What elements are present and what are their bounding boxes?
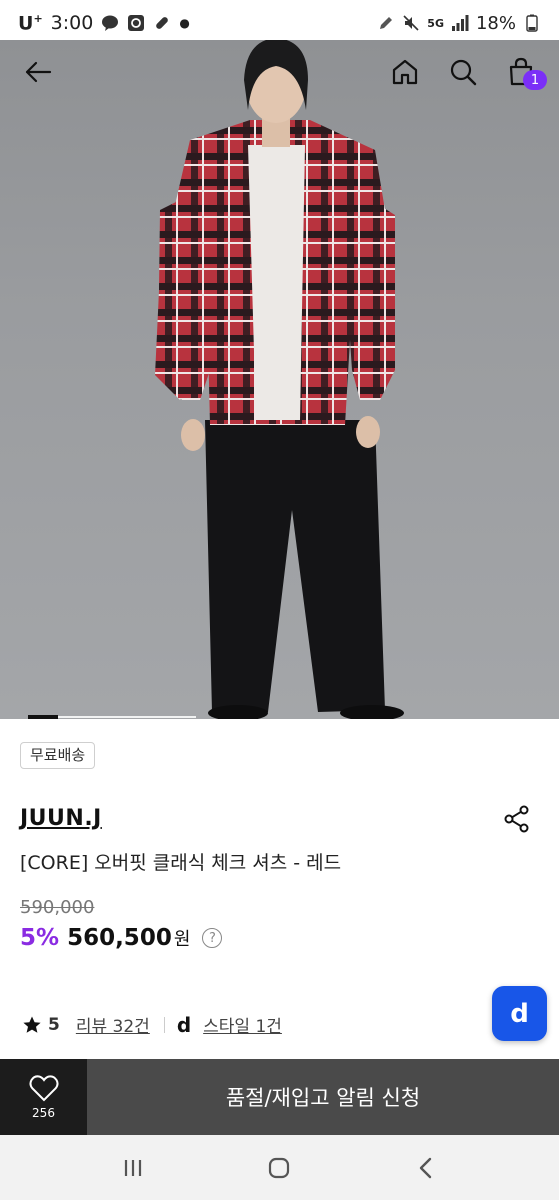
recent-apps-button[interactable] — [113, 1148, 153, 1188]
recent-apps-icon — [125, 1159, 142, 1176]
signal-icon — [451, 14, 469, 32]
carrier-label: U+ — [18, 11, 43, 35]
home-button[interactable] — [387, 54, 423, 90]
arrow-left-icon — [25, 61, 52, 83]
battery-label: 18% — [475, 12, 516, 34]
home-icon — [392, 59, 418, 85]
star-icon — [22, 1015, 42, 1035]
top-nav: 1 — [0, 40, 559, 104]
gallery-progress-fill — [28, 715, 59, 719]
pen-icon — [377, 14, 395, 32]
pill-icon — [153, 14, 171, 32]
mute-icon — [402, 14, 420, 32]
dot-icon: ● — [179, 15, 190, 30]
clock: 3:00 — [50, 11, 94, 34]
system-nav-bar — [0, 1135, 559, 1200]
chat-icon — [101, 14, 119, 32]
search-icon — [450, 59, 477, 86]
share-button[interactable] — [502, 804, 532, 834]
gallery-progress — [28, 715, 196, 719]
original-price: 590,000 — [20, 897, 95, 918]
talk-icon — [127, 14, 145, 32]
action-bar: 256 품절/재입고 알림 신청 — [0, 1059, 559, 1135]
price-row: 5% 560,500 원 ? — [20, 925, 223, 951]
home-system-button[interactable] — [259, 1148, 299, 1188]
network-label: 5G — [427, 16, 444, 30]
system-back-button[interactable] — [406, 1148, 446, 1188]
style-logo-icon: d — [176, 1012, 192, 1037]
sale-price: 560,500 — [67, 925, 172, 951]
review-link[interactable]: 리뷰 32건 — [76, 1012, 150, 1037]
back-button[interactable] — [20, 54, 56, 90]
style-link[interactable]: 스타일 1건 — [203, 1012, 282, 1037]
like-count: 256 — [32, 1106, 55, 1120]
share-icon — [504, 805, 529, 833]
cart-count-badge: 1 — [523, 70, 547, 90]
home-circle-icon — [269, 1157, 290, 1178]
model-photo — [155, 40, 404, 719]
product-name: [CORE] 오버핏 클래식 체크 셔츠 - 레드 — [20, 852, 342, 874]
search-button[interactable] — [445, 54, 481, 90]
like-button[interactable]: 256 — [0, 1059, 87, 1135]
chevron-left-icon — [419, 1157, 432, 1178]
product-image[interactable] — [0, 40, 559, 719]
price-info-icon[interactable]: ? — [202, 928, 223, 948]
cart-button[interactable]: 1 — [503, 54, 547, 90]
divider — [163, 1016, 165, 1033]
meta-row: 5 리뷰 32건 d 스타일 1건 — [22, 1012, 282, 1037]
restock-alert-button[interactable]: 품절/재입고 알림 신청 — [87, 1059, 559, 1135]
battery-icon — [523, 14, 541, 32]
heart-icon — [28, 1075, 59, 1102]
currency-label: 원 — [173, 929, 191, 950]
discount-rate: 5% — [20, 925, 60, 951]
floating-d-button[interactable]: d — [492, 986, 547, 1041]
brand-link[interactable]: JUUN.J — [20, 806, 102, 831]
rating-value: 5 — [48, 1014, 60, 1035]
free-shipping-badge: 무료배송 — [20, 742, 96, 769]
